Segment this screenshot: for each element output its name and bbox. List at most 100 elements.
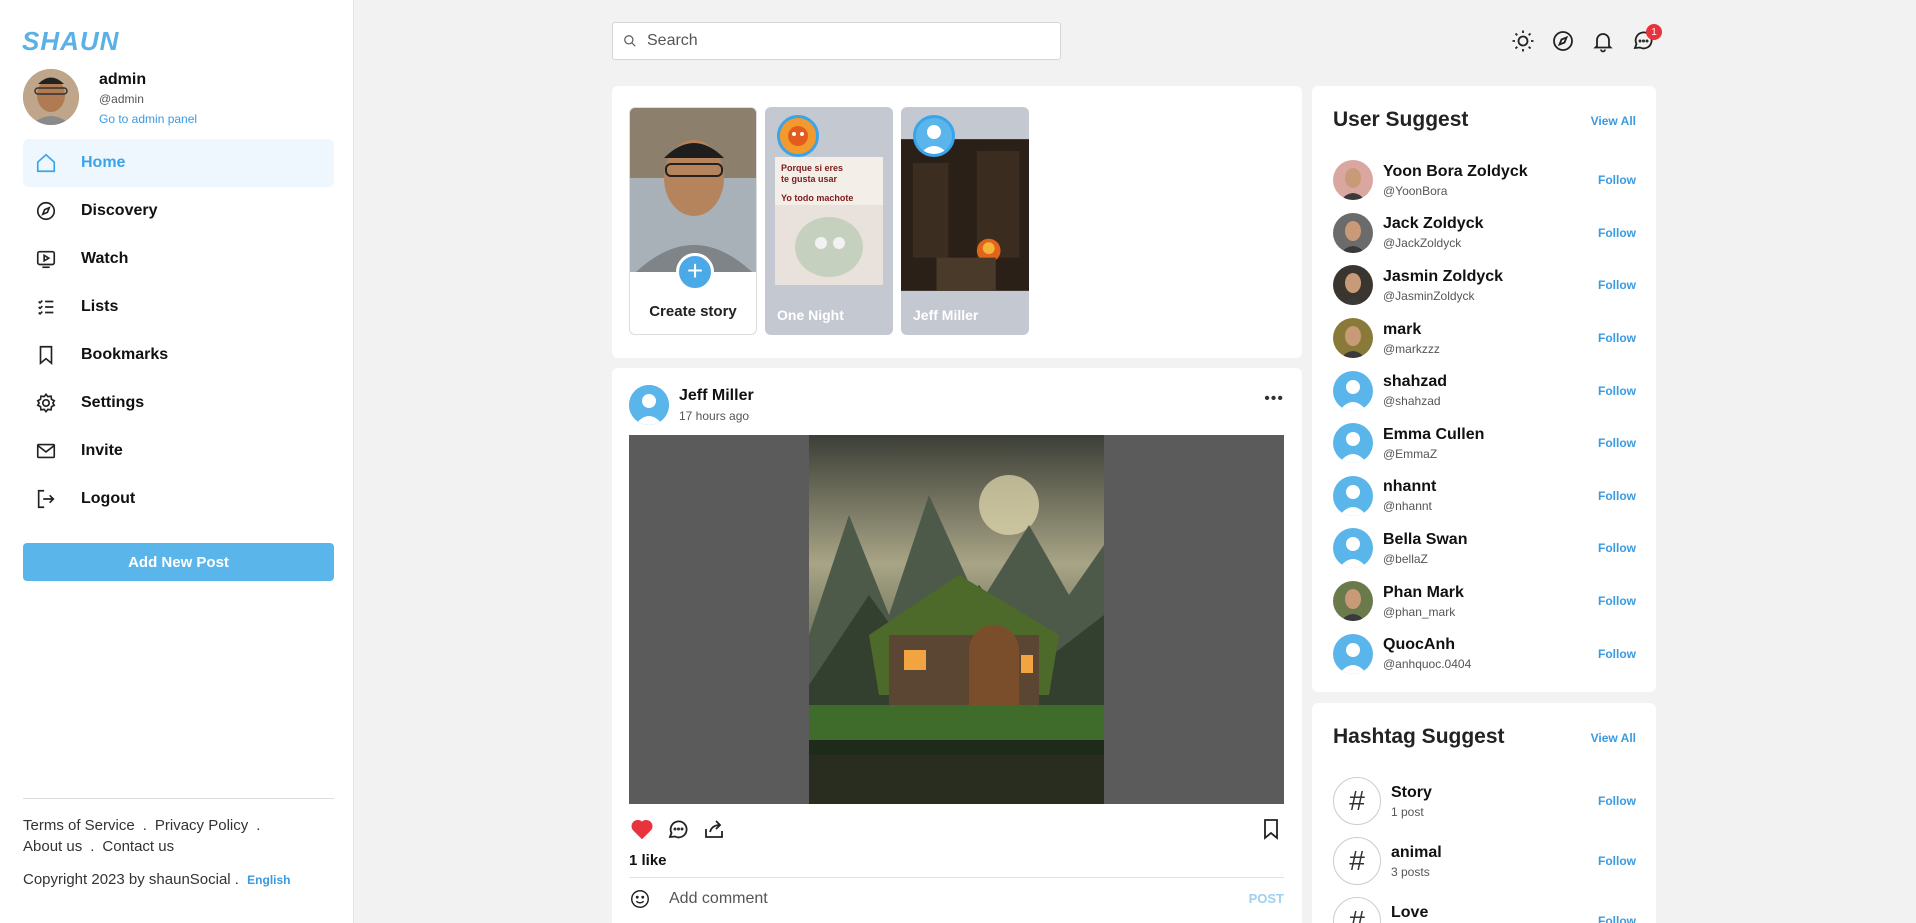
comment-box: POST [629,877,1284,919]
user-name[interactable]: Jasmin Zoldyck [1383,268,1503,286]
create-story-card[interactable]: + Create story [629,107,757,335]
post-author-name[interactable]: Jeff Miller [679,387,754,405]
user-avatar[interactable] [1333,633,1373,674]
user-avatar[interactable] [1333,528,1373,569]
nav-item-bookmarks[interactable]: Bookmarks [23,331,334,379]
user-avatar[interactable] [1333,318,1373,359]
profile-name[interactable]: admin [99,71,197,89]
follow-user-button[interactable]: Follow [1598,226,1636,240]
user-handle: @bellaZ [1383,551,1428,566]
add-new-post-button[interactable]: Add New Post [23,543,334,581]
user-name[interactable]: Bella Swan [1383,531,1467,549]
follow-user-button[interactable]: Follow [1598,384,1636,398]
story-card-one-night[interactable]: Porque si eres te gusta usar Yo todo mac… [765,107,893,335]
admin-panel-link[interactable]: Go to admin panel [99,112,197,126]
user-avatar[interactable] [1333,265,1373,306]
hashtag-name[interactable]: animal [1391,844,1442,862]
about-link[interactable]: About us [23,838,82,855]
user-name[interactable]: mark [1383,321,1440,339]
follow-hashtag-button[interactable]: Follow [1598,914,1636,923]
user-handle: @shahzad [1383,394,1441,409]
user-name[interactable]: Jack Zoldyck [1383,215,1484,233]
user-name[interactable]: QuocAnh [1383,636,1471,654]
story-card-jeff-miller[interactable]: Jeff Miller [901,107,1029,335]
story-name: One Night [777,307,844,323]
nav-item-invite[interactable]: Invite [23,427,334,475]
follow-hashtag-button[interactable]: Follow [1598,854,1636,868]
user-avatar[interactable] [1333,475,1373,516]
comment-input[interactable] [669,889,1229,908]
hashtag-icon[interactable]: # [1333,897,1381,923]
contact-link[interactable]: Contact us [102,838,174,855]
nav-item-home[interactable]: Home [23,139,334,187]
user-name[interactable]: Emma Cullen [1383,426,1484,444]
user-avatar[interactable] [1333,212,1373,253]
user-suggest-row: Jack Zoldyck @JackZoldyck Follow [1333,207,1636,260]
notifications-button[interactable] [1590,28,1616,54]
emoji-icon[interactable] [629,888,651,910]
nav-item-logout[interactable]: Logout [23,475,334,523]
profile-avatar[interactable] [23,69,79,125]
user-suggest-row: mark @markzzz Follow [1333,312,1636,365]
user-handle: @JackZoldyck [1383,236,1462,251]
follow-user-button[interactable]: Follow [1598,541,1636,555]
follow-user-button[interactable]: Follow [1598,173,1636,187]
user-suggest-row: Bella Swan @bellaZ Follow [1333,522,1636,575]
comment-button[interactable] [665,816,691,842]
follow-user-button[interactable]: Follow [1598,594,1636,608]
user-avatar[interactable] [1333,581,1373,622]
follow-user-button[interactable]: Follow [1598,436,1636,450]
like-count[interactable]: 1 like [629,852,667,869]
privacy-link[interactable]: Privacy Policy [155,817,248,834]
post-more-button[interactable]: ••• [1264,390,1284,408]
theme-toggle-button[interactable] [1510,28,1536,54]
follow-user-button[interactable]: Follow [1598,647,1636,661]
bell-icon [1593,33,1613,53]
search-input[interactable] [647,32,1047,50]
terms-link[interactable]: Terms of Service [23,817,135,834]
svg-text:te gusta usar: te gusta usar [781,174,838,184]
nav-item-settings[interactable]: Settings [23,379,334,427]
nav-item-lists[interactable]: Lists [23,283,334,331]
user-name[interactable]: nhannt [1383,478,1436,496]
user-avatar[interactable] [1333,370,1373,411]
hashtag-name[interactable]: Love [1391,904,1430,922]
stories-panel: + Create story Porque si eres te gusta u… [612,86,1302,358]
bookmark-post-button[interactable] [1258,816,1284,842]
user-name[interactable]: Yoon Bora Zoldyck [1383,163,1528,181]
user-handle: @JasminZoldyck [1383,288,1475,303]
user-suggest-row: QuocAnh @anhquoc.0404 Follow [1333,627,1636,680]
user-suggest-view-all[interactable]: View All [1591,114,1636,128]
share-button[interactable] [701,816,727,842]
hashtag-suggest-panel: Hashtag Suggest View All # Story 1 post Fol… [1312,703,1656,923]
follow-user-button[interactable]: Follow [1598,489,1636,503]
user-name[interactable]: Phan Mark [1383,584,1464,602]
user-name[interactable]: shahzad [1383,373,1447,391]
hashtag-icon[interactable]: # [1333,837,1381,885]
hashtag-icon[interactable]: # [1333,777,1381,825]
app-logo[interactable]: SHAUN [22,26,119,57]
discovery-button[interactable] [1550,28,1576,54]
user-suggest-title: User Suggest [1333,108,1469,131]
follow-user-button[interactable]: Follow [1598,331,1636,345]
post-image[interactable] [629,435,1284,804]
hashtag-suggest-view-all[interactable]: View All [1591,731,1636,745]
nav-item-watch[interactable]: Watch [23,235,334,283]
create-story-label: Create story [649,303,737,320]
language-selector[interactable]: English [247,873,290,887]
nav-item-discovery[interactable]: Discovery [23,187,334,235]
post-comment-button[interactable]: POST [1249,891,1284,906]
user-avatar[interactable] [1333,160,1373,201]
hashtag-name[interactable]: Story [1391,784,1432,802]
user-avatar[interactable] [1333,423,1373,464]
bookmark-icon [1264,819,1278,840]
post-author-avatar[interactable] [629,385,669,425]
nav-label: Watch [81,250,129,267]
like-button[interactable] [629,816,655,842]
sun-icon [1512,30,1534,52]
follow-hashtag-button[interactable]: Follow [1598,794,1636,808]
messages-button[interactable]: 1 [1630,24,1662,54]
plus-icon: + [676,253,714,291]
nav-label: Lists [81,298,119,315]
follow-user-button[interactable]: Follow [1598,278,1636,292]
